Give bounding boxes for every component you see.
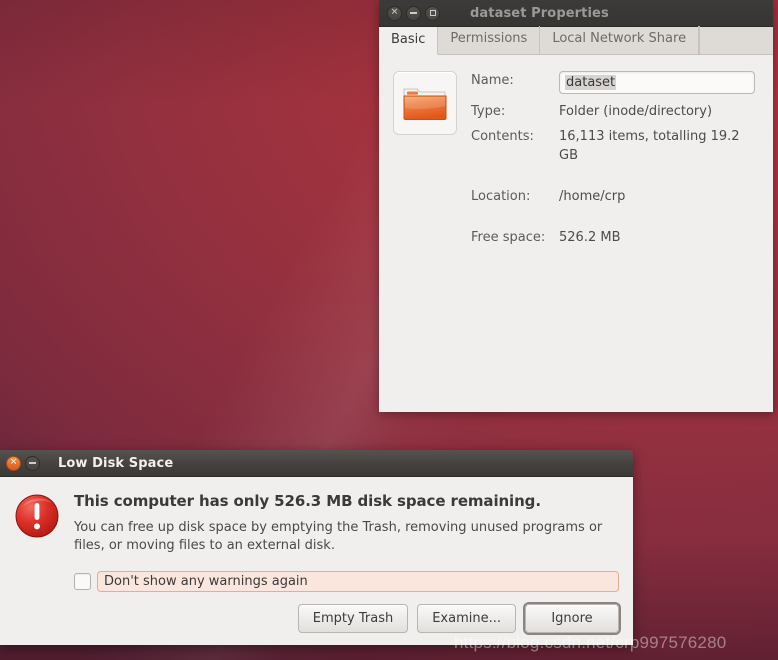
suppress-warnings-checkbox[interactable] <box>74 573 91 590</box>
dataset-properties-window[interactable]: ✕ dataset Properties Basic Permissions L… <box>379 0 773 412</box>
ignore-button[interactable]: Ignore <box>525 604 619 633</box>
properties-field-list: Name: dataset Type: Folder (inode/direct… <box>471 71 759 253</box>
contents-value: 16,113 items, totalling 19.2 GB <box>559 129 740 163</box>
free-space-label: Free space: <box>471 230 546 245</box>
tabstrip-filler <box>699 26 773 54</box>
properties-window-controls: ✕ <box>387 5 440 21</box>
low-disk-titlebar[interactable]: ✕ Low Disk Space <box>0 450 633 477</box>
low-disk-window-controls: ✕ <box>6 455 40 471</box>
watermark-text: https://blog.csdn.net/crp997576280 <box>454 633 727 652</box>
tab-permissions[interactable]: Permissions <box>438 26 541 54</box>
low-disk-window-title: Low Disk Space <box>58 455 174 471</box>
low-disk-heading: This computer has only 526.3 MB disk spa… <box>74 492 541 510</box>
tab-basic-label: Basic <box>391 32 426 47</box>
empty-trash-button[interactable]: Empty Trash <box>297 604 409 633</box>
field-row-free-space: Free space: 526.2 MB <box>471 228 759 247</box>
tab-local-network-share[interactable]: Local Network Share <box>540 26 700 54</box>
maximize-icon[interactable] <box>425 5 440 21</box>
type-label: Type: <box>471 104 506 119</box>
field-row-name: Name: dataset <box>471 71 759 94</box>
low-disk-body: This computer has only 526.3 MB disk spa… <box>0 477 633 645</box>
name-label: Name: <box>471 73 514 88</box>
empty-trash-button-label: Empty Trash <box>312 611 394 626</box>
type-value: Folder (inode/directory) <box>559 104 713 119</box>
field-row-location: Location: /home/crp <box>471 187 759 206</box>
name-input-value: dataset <box>565 75 617 90</box>
location-label: Location: <box>471 189 531 204</box>
suppress-warnings-row[interactable]: Don't show any warnings again <box>74 571 619 592</box>
field-row-type: Type: Folder (inode/directory) <box>471 102 759 121</box>
low-disk-text: This computer has only 526.3 MB disk spa… <box>74 491 619 555</box>
properties-titlebar[interactable]: ✕ dataset Properties <box>379 0 773 27</box>
tab-basic[interactable]: Basic <box>379 27 439 55</box>
tab-local-network-share-label: Local Network Share <box>552 31 687 46</box>
properties-tabstrip: Basic Permissions Local Network Share <box>379 26 773 55</box>
tab-permissions-label: Permissions <box>450 31 528 46</box>
free-space-value: 526.2 MB <box>559 230 621 245</box>
folder-icon-container <box>393 71 457 135</box>
low-disk-button-row: Empty Trash Examine... Ignore <box>297 604 619 633</box>
minimize-icon[interactable] <box>406 5 421 21</box>
ignore-button-label: Ignore <box>551 611 593 626</box>
examine-button-label: Examine... <box>432 611 501 626</box>
folder-icon <box>403 88 447 120</box>
examine-button[interactable]: Examine... <box>417 604 516 633</box>
minimize-icon[interactable] <box>25 455 40 471</box>
properties-basic-panel: Name: dataset Type: Folder (inode/direct… <box>379 55 773 253</box>
low-disk-space-dialog[interactable]: ✕ Low Disk Space This computer has only … <box>0 450 633 645</box>
suppress-warnings-label[interactable]: Don't show any warnings again <box>97 571 619 592</box>
warning-icon <box>15 494 59 538</box>
close-icon[interactable]: ✕ <box>387 5 402 21</box>
location-value: /home/crp <box>559 189 626 204</box>
low-disk-message-area: This computer has only 526.3 MB disk spa… <box>14 491 619 555</box>
close-icon[interactable]: ✕ <box>6 455 21 471</box>
contents-label: Contents: <box>471 129 534 144</box>
properties-window-title: dataset Properties <box>470 5 609 21</box>
field-row-contents: Contents: 16,113 items, totalling 19.2 G… <box>471 127 759 165</box>
name-input[interactable]: dataset <box>559 71 755 94</box>
low-disk-body-text: You can free up disk space by emptying t… <box>74 520 603 553</box>
